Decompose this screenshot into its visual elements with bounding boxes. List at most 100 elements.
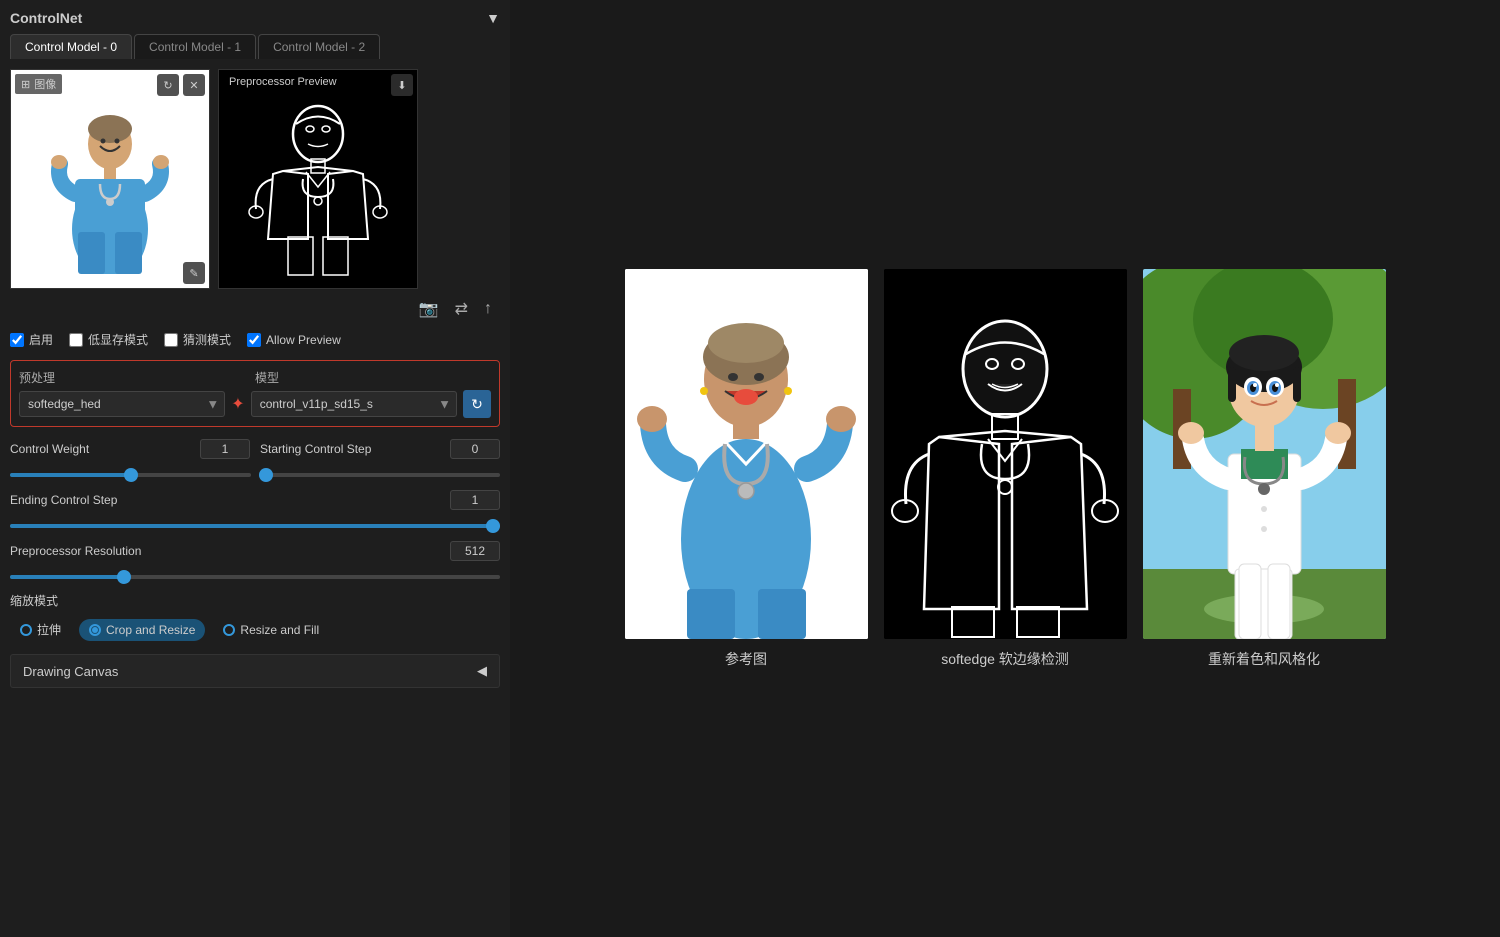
ending-step-slider-container <box>10 516 500 531</box>
starting-step-label: Starting Control Step <box>260 442 442 456</box>
gallery-label-anime: 重新着色和风格化 <box>1208 649 1320 669</box>
preprocessor-res-slider[interactable] <box>10 575 500 579</box>
sketch-figure <box>238 79 398 279</box>
preview-image-box: Preprocessor Preview ⬇ <box>218 69 418 289</box>
low-vram-label: 低显存模式 <box>88 331 148 348</box>
checkbox-row: 启用 低显存模式 猜测模式 Allow Preview <box>10 331 500 348</box>
gallery-image-sketch <box>884 269 1127 639</box>
source-image-box: ⊞ 图像 ↻ ✕ <box>10 69 210 289</box>
tab-control-model-0[interactable]: Control Model - 0 <box>10 34 132 59</box>
sketch-preview-area <box>219 70 417 288</box>
radio-resize-fill-dot <box>223 624 235 636</box>
enable-label: 启用 <box>29 331 53 348</box>
gallery-image-reference <box>625 269 868 639</box>
tab-control-model-1[interactable]: Control Model - 1 <box>134 34 256 59</box>
camera-button[interactable]: 📷 <box>415 297 443 321</box>
allow-preview-checkbox[interactable]: Allow Preview <box>247 333 341 347</box>
brush-icon-area: ✎ <box>183 262 205 284</box>
preview-image-label: Preprocessor Preview <box>223 74 343 90</box>
preprocessor-select[interactable]: softedge_hed <box>19 391 225 417</box>
guess-mode-checkbox[interactable]: 猜测模式 <box>164 331 231 348</box>
model-label: 模型 <box>255 369 491 386</box>
preprocessor-select-wrapper: softedge_hed ▼ <box>19 391 225 417</box>
ending-step-slider[interactable] <box>10 524 500 528</box>
zoom-mode-title: 缩放模式 <box>10 592 500 609</box>
control-weight-col: Control Weight 1 <box>10 439 250 465</box>
preprocessor-model-section: 预处理 模型 softedge_hed ▼ ✦ control_v11p_sd1… <box>10 360 500 427</box>
preprocessor-res-value: 512 <box>450 541 500 561</box>
allow-preview-checkbox-input[interactable] <box>247 333 261 347</box>
model-select[interactable]: control_v11p_sd15_s <box>251 391 457 417</box>
panel-header: ControlNet ▼ <box>10 10 500 26</box>
radio-crop-resize-dot <box>89 624 101 636</box>
source-image-controls: ↻ ✕ <box>157 74 205 96</box>
guess-mode-checkbox-input[interactable] <box>164 333 178 347</box>
reference-figure <box>625 269 868 639</box>
control-weight-label: Control Weight <box>10 442 192 456</box>
image-row: ⊞ 图像 ↻ ✕ <box>10 69 500 289</box>
fire-icon: ✦ <box>231 394 244 414</box>
gallery-label-reference: 参考图 <box>725 649 767 669</box>
gallery-image-anime <box>1143 269 1386 639</box>
radio-resize-fill-label: Resize and Fill <box>240 623 319 637</box>
radio-stretch[interactable]: 拉伸 <box>10 617 71 642</box>
ending-step-value: 1 <box>450 490 500 510</box>
zoom-mode-radio-group: 拉伸 Crop and Resize Resize and Fill <box>10 617 500 642</box>
dual-slider-row <box>10 465 500 480</box>
radio-crop-resize-label: Crop and Resize <box>106 623 195 637</box>
radio-resize-fill[interactable]: Resize and Fill <box>213 619 329 641</box>
radio-stretch-dot <box>20 624 32 636</box>
preprocessor-res-slider-container <box>10 567 500 582</box>
model-tabs: Control Model - 0 Control Model - 1 Cont… <box>10 34 500 59</box>
up-button[interactable]: ↑ <box>480 297 496 321</box>
low-vram-checkbox[interactable]: 低显存模式 <box>69 331 148 348</box>
pm-controls: softedge_hed ▼ ✦ control_v11p_sd15_s ▼ ↻ <box>19 390 491 418</box>
drawing-canvas-row[interactable]: Drawing Canvas ◀ <box>10 654 500 688</box>
model-refresh-button[interactable]: ↻ <box>463 390 491 418</box>
ending-step-row: Ending Control Step 1 <box>10 490 500 510</box>
drawing-canvas-label: Drawing Canvas <box>23 664 118 679</box>
radio-crop-resize[interactable]: Crop and Resize <box>79 619 205 641</box>
bottom-action-row: 📷 ⇄ ↑ <box>10 297 500 321</box>
control-weight-row: Control Weight 1 <box>10 439 250 459</box>
swap-button[interactable]: ⇄ <box>451 297 472 321</box>
nurse-figure <box>45 84 175 274</box>
starting-step-slider[interactable] <box>259 473 500 477</box>
panel-title: ControlNet <box>10 10 82 26</box>
guess-mode-label: 猜测模式 <box>183 331 231 348</box>
weight-step-row: Control Weight 1 Starting Control Step 0 <box>10 439 500 465</box>
gallery-item-anime: 重新着色和风格化 <box>1143 269 1386 669</box>
preprocessor-label: 预处理 <box>19 369 255 386</box>
source-image-label: ⊞ 图像 <box>15 74 62 94</box>
low-vram-checkbox-input[interactable] <box>69 333 83 347</box>
left-panel: ControlNet ▼ Control Model - 0 Control M… <box>0 0 510 937</box>
image-icon: ⊞ <box>21 78 30 91</box>
preprocessor-res-row: Preprocessor Resolution 512 <box>10 541 500 561</box>
refresh-source-button[interactable]: ↻ <box>157 74 179 96</box>
panel-collapse-icon[interactable]: ▼ <box>486 10 500 26</box>
anime-figure <box>1143 269 1386 639</box>
gallery: 参考图 <box>625 269 1386 669</box>
brush-button[interactable]: ✎ <box>183 262 205 284</box>
right-panel: 参考图 <box>510 0 1500 937</box>
gallery-item-reference: 参考图 <box>625 269 868 669</box>
enable-checkbox-input[interactable] <box>10 333 24 347</box>
control-weight-value: 1 <box>200 439 250 459</box>
preprocessor-res-label: Preprocessor Resolution <box>10 544 442 558</box>
starting-step-slider-container <box>255 465 500 480</box>
ending-step-label: Ending Control Step <box>10 493 442 507</box>
download-preview-button[interactable]: ⬇ <box>391 74 413 96</box>
pm-labels: 预处理 模型 <box>19 369 491 386</box>
source-image-area[interactable] <box>11 70 209 288</box>
gallery-item-sketch: softedge 软边缘检测 <box>884 269 1127 669</box>
close-source-button[interactable]: ✕ <box>183 74 205 96</box>
enable-checkbox[interactable]: 启用 <box>10 331 53 348</box>
starting-step-col: Starting Control Step 0 <box>260 439 500 465</box>
radio-stretch-label: 拉伸 <box>37 621 61 638</box>
allow-preview-label: Allow Preview <box>266 333 341 347</box>
starting-step-value: 0 <box>450 439 500 459</box>
starting-step-row: Starting Control Step 0 <box>260 439 500 459</box>
tab-control-model-2[interactable]: Control Model - 2 <box>258 34 380 59</box>
model-select-wrapper: control_v11p_sd15_s ▼ <box>251 391 457 417</box>
control-weight-slider[interactable] <box>10 473 251 477</box>
